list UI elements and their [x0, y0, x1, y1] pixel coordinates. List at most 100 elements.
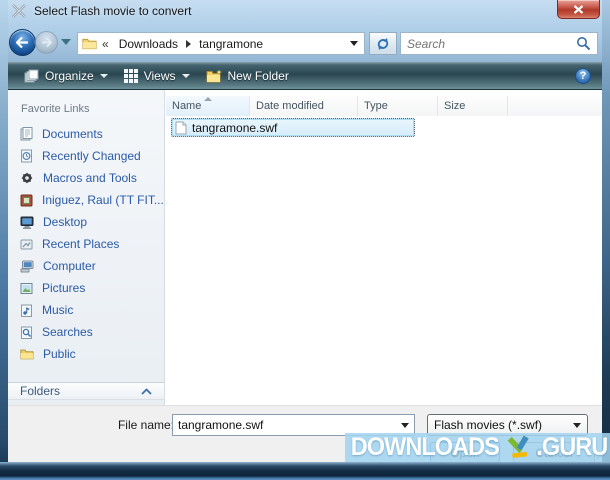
dialog-window: Select Flash movie to convert « Download… [0, 0, 610, 480]
column-header-type[interactable]: Type [358, 96, 438, 116]
main-area: Favorite Links Documents Recently Change… [8, 90, 602, 405]
recent-places-icon [20, 239, 33, 249]
sidebar-item-label: Searches [42, 325, 93, 339]
folders-expander[interactable]: Folders [8, 382, 164, 400]
folder-icon [82, 38, 97, 50]
searches-icon [21, 326, 32, 339]
sidebar-item-label: Computer [43, 259, 96, 273]
column-header-filler [508, 96, 602, 116]
command-bar: Organize Views New Folder ? [8, 62, 602, 90]
sidebar-item-label: Iniguez, Raul (TT FIT... [42, 193, 164, 207]
watermark-text-right: .GURU [535, 433, 608, 461]
chevron-down-icon [350, 41, 358, 46]
forward-button[interactable] [35, 31, 58, 54]
file-name-label: File name: [117, 418, 174, 432]
window-border-bottom [0, 462, 610, 480]
sidebar-item-public[interactable]: Public [8, 343, 164, 365]
help-button[interactable]: ? [575, 68, 591, 84]
sidebar-item-label: Pictures [42, 281, 86, 295]
navigation-pane: Favorite Links Documents Recently Change… [8, 90, 165, 405]
documents-icon [20, 127, 33, 141]
organize-icon [24, 69, 39, 82]
file-list: Name Date modified Type Size tangramone.… [165, 90, 602, 405]
column-header-size[interactable]: Size [438, 96, 508, 116]
desktop-icon [20, 216, 34, 229]
search-icon[interactable] [576, 36, 591, 51]
close-button[interactable] [557, 0, 600, 19]
sort-ascending-icon [204, 97, 212, 101]
favorite-links-header: Favorite Links [21, 103, 90, 115]
views-button[interactable]: Views [116, 65, 198, 87]
public-folder-icon [20, 349, 34, 360]
column-label: Size [444, 100, 466, 112]
new-folder-icon [206, 68, 222, 82]
sidebar-item-documents[interactable]: Documents [8, 123, 164, 145]
refresh-button[interactable] [369, 32, 397, 55]
file-row-selected[interactable]: tangramone.swf [171, 118, 415, 137]
window-title: Select Flash movie to convert [34, 4, 192, 18]
new-folder-button[interactable]: New Folder [198, 65, 297, 87]
file-icon [175, 121, 187, 134]
sidebar-item-music[interactable]: Music [8, 299, 164, 321]
back-arrow-icon [16, 37, 28, 48]
forward-arrow-icon [42, 38, 52, 47]
column-label: Name [172, 100, 202, 112]
sidebar-item-contact[interactable]: Iniguez, Raul (TT FIT... [8, 189, 164, 211]
breadcrumb-overflow[interactable]: « [102, 37, 109, 51]
address-dropdown-button[interactable] [344, 33, 364, 54]
recently-changed-icon [21, 149, 32, 163]
gear-icon [21, 172, 33, 184]
watermark-text-left: DOWNLOADS [350, 433, 500, 461]
back-button[interactable] [9, 29, 36, 56]
folders-label: Folders [20, 384, 61, 398]
file-name-input[interactable] [173, 418, 395, 432]
breadcrumb: « Downloads tangramone [77, 32, 365, 55]
sidebar-item-searches[interactable]: Searches [8, 321, 164, 343]
contact-icon [20, 194, 33, 206]
pictures-icon [20, 282, 33, 294]
computer-icon [20, 260, 34, 272]
window-border-right [602, 0, 610, 480]
sidebar-item-label: Public [43, 347, 76, 361]
chevron-down-icon [99, 73, 108, 78]
column-header-name[interactable]: Name [166, 96, 250, 116]
new-folder-label: New Folder [227, 68, 289, 83]
views-label: Views [143, 68, 176, 83]
chevron-down-icon [573, 422, 581, 428]
sidebar-item-recent-places[interactable]: Recent Places [8, 233, 164, 255]
column-headers: Name Date modified Type Size [166, 96, 602, 116]
download-arrow-icon [507, 435, 529, 458]
breadcrumb-separator-icon [186, 39, 192, 48]
sidebar-item-label: Music [42, 303, 74, 317]
chevron-down-icon [181, 73, 190, 78]
search-input[interactable] [401, 36, 576, 51]
sidebar-item-label: Recently Changed [42, 149, 141, 163]
watermark-banner: DOWNLOADS .GURU [345, 433, 610, 462]
window-border-left [0, 0, 8, 480]
sidebar-item-desktop[interactable]: Desktop [8, 211, 164, 233]
file-name: tangramone.swf [192, 120, 278, 135]
sidebar-item-label: Documents [42, 127, 103, 141]
chevron-up-icon [141, 387, 152, 395]
close-icon [573, 4, 584, 14]
recent-pages-chevron-icon[interactable] [61, 39, 71, 45]
sidebar-item-pictures[interactable]: Pictures [8, 277, 164, 299]
app-icon [12, 4, 26, 18]
refresh-icon [377, 37, 389, 50]
sidebar-item-label: Recent Places [42, 237, 120, 251]
chevron-down-icon [400, 422, 409, 428]
titlebar: Select Flash movie to convert [0, 0, 610, 22]
sidebar-item-computer[interactable]: Computer [8, 255, 164, 277]
breadcrumb-item-tangramone[interactable]: tangramone [195, 35, 267, 53]
breadcrumb-item-downloads[interactable]: Downloads [115, 35, 182, 53]
column-label: Type [364, 100, 388, 112]
sidebar-item-recently-changed[interactable]: Recently Changed [8, 145, 164, 167]
column-label: Date modified [256, 100, 324, 112]
file-name-dropdown-button[interactable] [395, 415, 414, 435]
sidebar-item-macros-and-tools[interactable]: Macros and Tools [8, 167, 164, 189]
sidebar-item-label: Desktop [43, 215, 88, 229]
organize-button[interactable]: Organize [16, 65, 116, 87]
search-box [400, 32, 598, 55]
navigation-bar: « Downloads tangramone [8, 22, 602, 62]
column-header-date-modified[interactable]: Date modified [250, 96, 358, 116]
